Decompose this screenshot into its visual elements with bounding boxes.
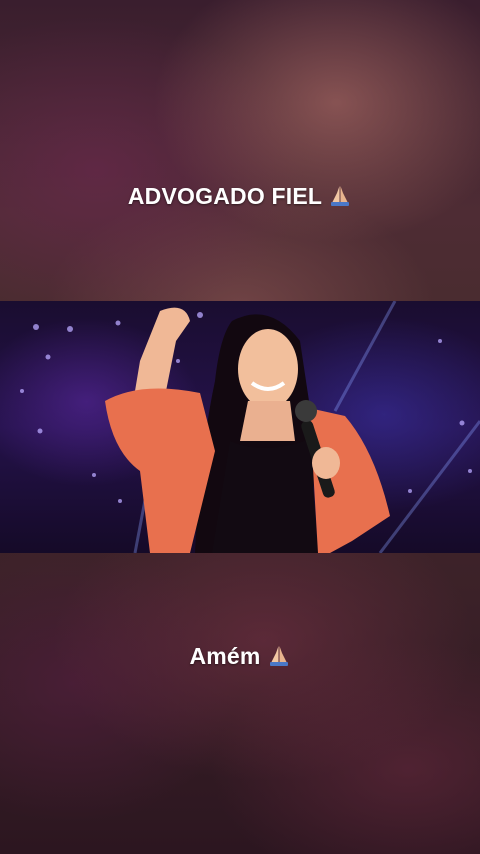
mic-hand <box>312 447 340 479</box>
top-caption: ADVOGADO FIEL <box>0 183 480 213</box>
video-frame[interactable] <box>0 301 480 553</box>
folded-hands-icon <box>328 183 352 213</box>
black-top <box>212 439 318 553</box>
bottom-caption: Amém <box>0 643 480 673</box>
bottom-caption-text: Amém <box>189 643 261 669</box>
neck <box>240 401 295 441</box>
folded-hands-icon <box>267 643 291 673</box>
singer-scene <box>20 301 480 553</box>
face <box>238 329 298 409</box>
top-caption-text: ADVOGADO FIEL <box>127 183 323 209</box>
